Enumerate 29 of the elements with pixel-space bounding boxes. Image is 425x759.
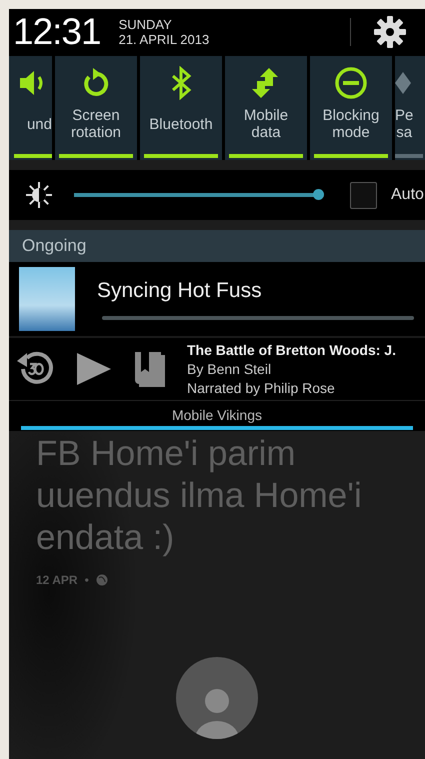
narrator-label: Narrated by Philip Rose: [187, 378, 336, 398]
notification[interactable]: The Battle of Bretton Woods: J. By Benn Steil Narrated by Philip Rose: [9, 338, 425, 400]
auto-label: Auto: [391, 186, 424, 204]
notification[interactable]: Syncing Hot Fuss: [9, 262, 425, 338]
post-date: 12 APR: [36, 573, 78, 587]
post-text-line: FB Home'i parim: [36, 433, 297, 475]
post-text-line: uuendus ilma Home'i: [36, 475, 363, 517]
section-header: Ongoing: [9, 230, 425, 262]
author-label: By Benn Steil: [187, 360, 272, 378]
minus-circle-icon: [334, 66, 368, 100]
auto-checkbox[interactable]: [350, 182, 377, 208]
notification-title: Syncing Hot Fuss: [97, 278, 263, 304]
quick-toggle[interactable]: Bluetooth: [140, 56, 222, 160]
quick-toggle[interactable]: und: [9, 56, 52, 160]
carrier-name: Mobile Vikings: [172, 407, 262, 423]
weekday-label: SUNDAY: [118, 17, 173, 32]
book-title: The Battle of Bretton Woods: J.: [187, 340, 396, 360]
quick-toggle[interactable]: Blocking mode: [310, 56, 392, 160]
settings-icon[interactable]: [373, 15, 407, 49]
diamond-icon: [395, 72, 411, 94]
post-text-line: endata :): [36, 517, 176, 559]
quick-toggle[interactable]: Screen rotation: [55, 56, 137, 160]
date-label: 21. APRIL 2013: [118, 32, 210, 47]
quick-toggle[interactable]: Pe sa: [395, 56, 425, 160]
brightness-icon: [26, 182, 52, 208]
quick-toggle[interactable]: Mobile data: [225, 56, 307, 160]
photo-placeholder: [19, 267, 75, 331]
clock-time: 12:31: [13, 11, 101, 53]
separator-dot: •: [84, 573, 89, 587]
